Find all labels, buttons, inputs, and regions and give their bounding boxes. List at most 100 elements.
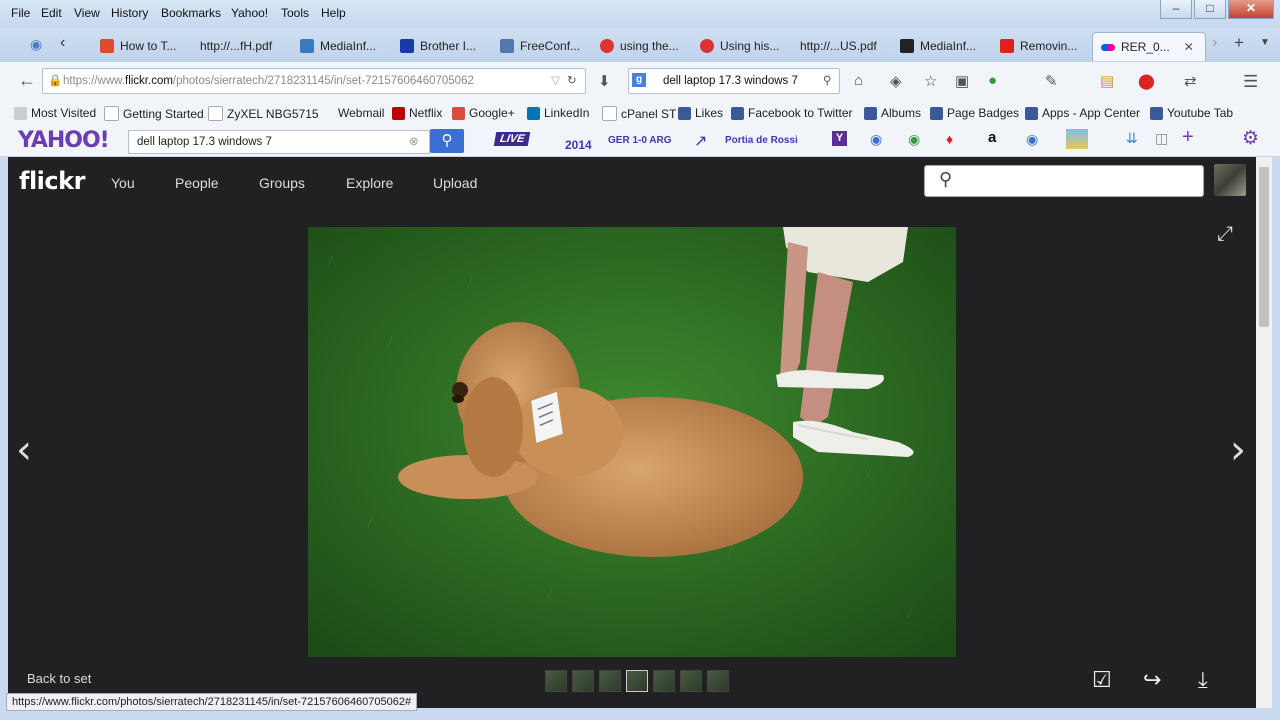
dropdown-icon[interactable]: ▽ <box>551 69 560 93</box>
menu-bookmarks[interactable]: Bookmarks <box>161 6 221 20</box>
nav-upload[interactable]: Upload <box>433 175 477 191</box>
tab-item[interactable]: Brother I... <box>400 32 476 60</box>
back-icon[interactable]: ← <box>18 70 36 91</box>
home-icon[interactable]: ⌂ <box>854 72 863 89</box>
sync-icon[interactable]: ⇄ <box>1184 72 1197 90</box>
bookmark-item[interactable]: ZyXEL NBG5715 <box>208 106 319 121</box>
tab-item[interactable]: Using his... <box>700 32 779 60</box>
flickr-logo[interactable]: flickr <box>19 167 85 195</box>
menu-edit[interactable]: Edit <box>41 6 62 20</box>
avatar[interactable] <box>1214 164 1246 196</box>
share-icon[interactable]: ↪ <box>1143 667 1161 693</box>
menu-tools[interactable]: Tools <box>281 6 309 20</box>
tab-item[interactable]: using the... <box>600 32 679 60</box>
main-photo[interactable] <box>308 227 956 657</box>
abp-icon[interactable]: ⬤ <box>1138 72 1155 90</box>
add-to-gallery-icon[interactable]: ☑ <box>1092 667 1112 693</box>
flickr-search-input[interactable]: ⚲ <box>924 165 1204 197</box>
weather-icon[interactable] <box>1066 129 1088 149</box>
clear-icon[interactable]: ⊗ <box>409 131 419 153</box>
maximize-button[interactable]: □ <box>1194 0 1226 19</box>
close-tab-icon[interactable]: ✕ <box>1184 40 1194 54</box>
tab-item[interactable]: http://...US.pdf <box>800 32 877 60</box>
download-icon[interactable]: ⬇ <box>598 72 611 90</box>
pocket-icon[interactable]: ◈ <box>890 72 902 90</box>
folder-icon[interactable]: ▤ <box>1100 72 1114 90</box>
back-to-set-link[interactable]: Back to set <box>27 671 91 686</box>
tab-scroll-left-icon[interactable]: ‹ <box>60 34 65 52</box>
nav-groups[interactable]: Groups <box>259 175 305 191</box>
menu-file[interactable]: File <box>11 6 30 20</box>
tab-scroll-right-icon[interactable]: › <box>1212 34 1217 52</box>
url-bar[interactable]: 🔒 https://www.flickr.com/photos/sierrate… <box>42 68 586 94</box>
web-icon[interactable]: ◉ <box>908 131 920 148</box>
thumbnail[interactable] <box>680 670 702 692</box>
tab-list-icon[interactable]: ▼ <box>1260 37 1270 48</box>
thumbnail-selected[interactable] <box>626 670 648 692</box>
tab-item[interactable]: How to T... <box>100 32 176 60</box>
menu-icon[interactable]: ☰ <box>1243 72 1258 92</box>
bookmark-item[interactable]: LinkedIn <box>527 106 589 120</box>
worldcup-logo[interactable]: 2014 <box>565 138 592 152</box>
bookmark-item[interactable]: Apps - App Center <box>1025 106 1140 120</box>
globe-icon[interactable]: ◉ <box>870 131 882 148</box>
web-search-input[interactable]: g dell laptop 17.3 windows 7 ⚲ <box>628 68 840 94</box>
bookmark-item[interactable]: Webmail <box>338 106 384 120</box>
tab-item[interactable]: Removin... <box>1000 32 1077 60</box>
live-badge[interactable]: LIVE <box>493 132 531 146</box>
thumbnail[interactable] <box>572 670 594 692</box>
bookmark-item[interactable]: Google+ <box>452 106 515 120</box>
download-manager-icon[interactable]: ⇊ <box>1126 130 1138 147</box>
menu-view[interactable]: View <box>74 6 100 20</box>
bookmark-item[interactable]: Getting Started <box>104 106 204 121</box>
settings-gear-icon[interactable]: ⚙ <box>1242 127 1259 150</box>
prev-photo-icon[interactable]: ‹ <box>16 427 32 473</box>
next-photo-icon[interactable]: › <box>1230 427 1246 473</box>
scrollbar-thumb[interactable] <box>1259 167 1269 327</box>
globe2-icon[interactable]: ◉ <box>1026 131 1038 148</box>
menu-history[interactable]: History <box>111 6 148 20</box>
nav-people[interactable]: People <box>175 175 219 191</box>
thumbnail[interactable] <box>707 670 729 692</box>
trending-link[interactable]: Portia de Rossi <box>725 135 798 146</box>
tab-item[interactable]: FreeConf... <box>500 32 580 60</box>
window-icon[interactable]: ◫ <box>1155 130 1168 147</box>
new-tab-icon[interactable]: + <box>1234 33 1244 53</box>
score-ticker[interactable]: GER 1-0 ARG <box>608 135 672 146</box>
bookmark-item[interactable]: Page Badges <box>930 106 1019 120</box>
yahoo-y-icon[interactable]: Y <box>832 131 847 146</box>
clipboard-icon[interactable]: ▣ <box>955 72 969 90</box>
thumbnail[interactable] <box>653 670 675 692</box>
close-window-button[interactable]: ✕ <box>1228 0 1274 19</box>
nav-explore[interactable]: Explore <box>346 175 393 191</box>
gem-icon[interactable]: ♦ <box>946 131 953 147</box>
search-icon[interactable]: ⚲ <box>823 69 831 93</box>
tab-item[interactable]: http://...fH.pdf <box>200 32 272 60</box>
yahoo-logo[interactable]: YAHOO! <box>18 128 110 153</box>
nav-you[interactable]: You <box>111 175 135 191</box>
fullscreen-icon[interactable]: ⤢ <box>1217 223 1233 246</box>
add-icon[interactable]: + <box>1182 126 1194 149</box>
bookmark-item[interactable]: Youtube Tab <box>1150 106 1233 120</box>
tab-item[interactable]: MediaInf... <box>300 32 376 60</box>
minimize-button[interactable]: – <box>1160 0 1192 19</box>
bookmark-star-icon[interactable]: ☆ <box>924 72 937 90</box>
amazon-icon[interactable]: a <box>988 129 996 146</box>
tab-item-active[interactable]: RER_0... ✕ <box>1092 32 1206 61</box>
thumbnail[interactable] <box>599 670 621 692</box>
page-scrollbar[interactable] <box>1256 157 1272 708</box>
bookmark-item[interactable]: Netflix <box>392 106 442 120</box>
bookmark-item[interactable]: Most Visited <box>14 106 96 120</box>
menu-help[interactable]: Help <box>321 6 346 20</box>
pen-icon[interactable]: ✎ <box>1045 72 1058 90</box>
reload-icon[interactable]: ↻ <box>567 69 577 93</box>
menu-yahoo[interactable]: Yahoo! <box>231 6 268 20</box>
thumbnail[interactable] <box>545 670 567 692</box>
yahoo-search-button[interactable]: ⚲ <box>430 129 464 153</box>
tab-item[interactable]: MediaInf... <box>900 32 976 60</box>
bookmark-item[interactable]: cPanel ST <box>602 106 676 121</box>
bookmark-item[interactable]: Likes <box>678 106 723 120</box>
download-icon[interactable]: ⤓ <box>1198 667 1208 693</box>
yahoo-search-input[interactable]: dell laptop 17.3 windows 7 ⊗ <box>128 130 430 154</box>
addon-icon[interactable]: ● <box>988 72 997 89</box>
